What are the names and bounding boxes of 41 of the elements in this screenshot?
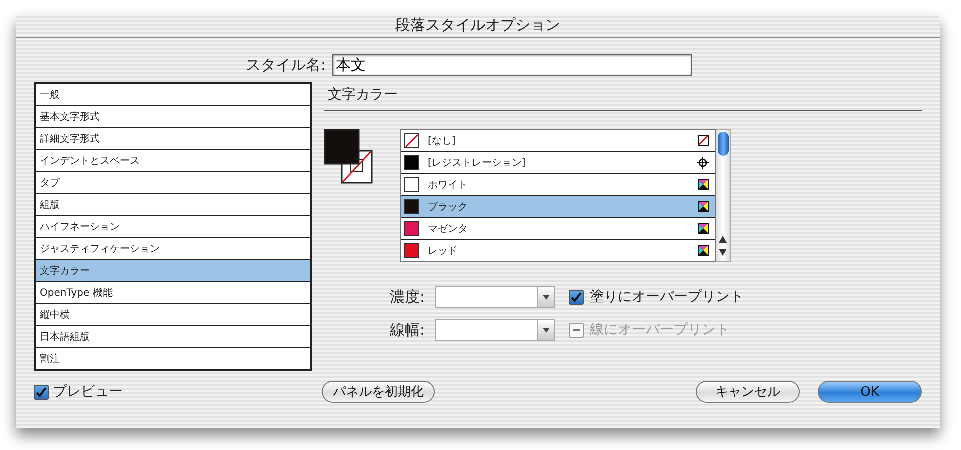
cmyk-icon	[698, 201, 709, 212]
checkmark-icon	[571, 292, 582, 302]
swatch-row[interactable]: ブラック	[401, 196, 715, 218]
cmyk-icon	[698, 179, 709, 190]
tint-label: 濃度:	[390, 288, 426, 306]
swatch-name: ホワイト	[428, 178, 469, 192]
color-swatch-icon	[404, 220, 420, 236]
style-name-label: スタイル名:	[246, 56, 326, 74]
ok-button[interactable]: OK	[818, 381, 922, 403]
none-swatch-icon	[404, 132, 420, 148]
swatch-name: ブラック	[428, 200, 469, 214]
overprint-label: 塗りにオーバープリント	[590, 288, 744, 306]
cmyk-icon	[698, 223, 709, 234]
weight-label: 線幅:	[390, 320, 426, 340]
color-swatch-icon	[404, 242, 420, 258]
scrollbar[interactable]	[716, 129, 731, 262]
checkmark-icon	[36, 386, 47, 398]
caret-icon	[542, 328, 550, 332]
overprint-checkbox[interactable]	[569, 290, 584, 304]
swatch-name: マゼンタ	[428, 222, 469, 236]
color-swatch-icon	[404, 154, 420, 170]
category-item[interactable]: 文字カラー	[36, 260, 310, 282]
fill-stroke-icon	[324, 129, 374, 185]
style-name-field[interactable]: 本文	[332, 54, 692, 76]
color-swatch-icon	[404, 176, 420, 192]
preview-label: プレビュー	[53, 383, 123, 401]
none-icon	[698, 135, 709, 146]
section-heading: 文字カラー	[324, 82, 922, 111]
swatch-name: [レジストレーション]	[428, 156, 527, 170]
cmyk-icon	[698, 245, 709, 256]
scroll-thumb[interactable]	[718, 132, 728, 156]
preview-checkbox[interactable]	[34, 384, 49, 400]
window-title: 段落スタイルオプション	[16, 14, 940, 38]
swatch-name: レッド	[428, 244, 459, 258]
color-swatch-icon	[404, 198, 420, 214]
caret-icon	[542, 294, 550, 300]
cancel-button[interactable]: キャンセル	[696, 381, 800, 403]
reset-button[interactable]: パネルを初期化	[322, 381, 435, 403]
crosshair-icon	[697, 156, 709, 168]
swatch-name: [なし]	[428, 134, 457, 148]
overprint-label: 線にオーバープリント	[590, 321, 730, 339]
